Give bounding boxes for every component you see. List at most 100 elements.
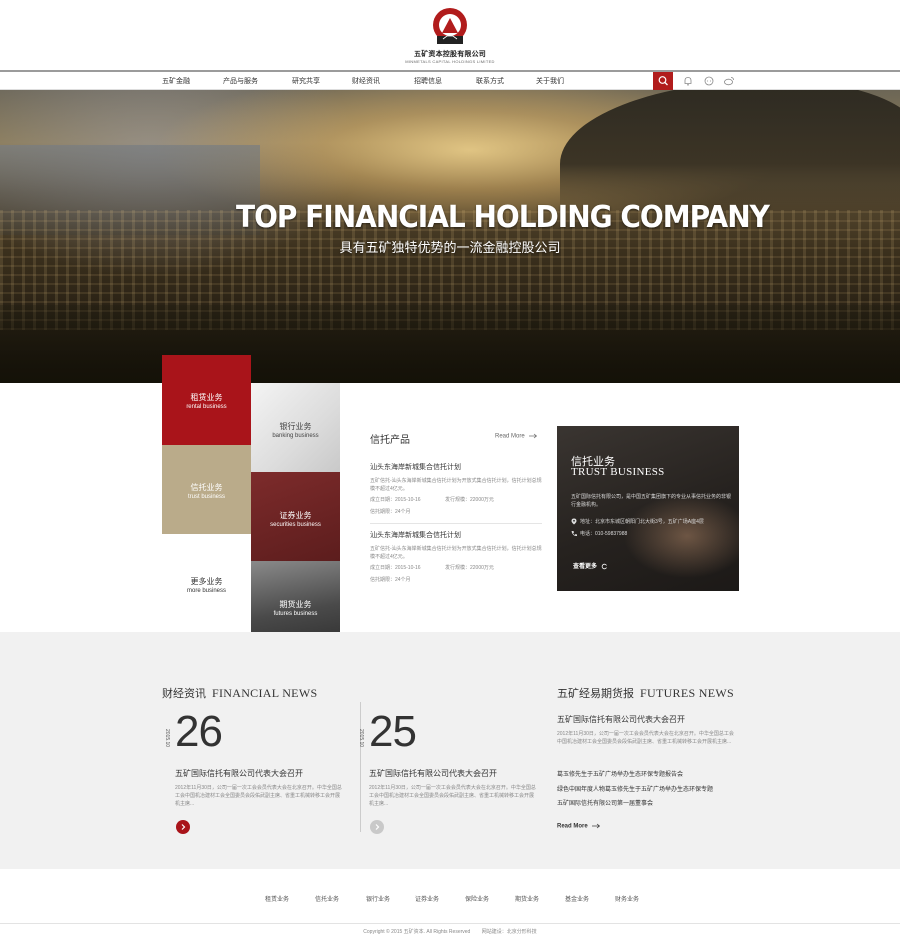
read-more-label: Read More	[495, 433, 525, 440]
financial-news-heading: 财经资讯 FINANCIAL NEWS	[162, 685, 317, 701]
news-date-ym: 2015.10	[164, 729, 170, 748]
tile-label-en: rental business	[186, 404, 227, 410]
company-name-cn: 五矿资本控股有限公司	[414, 51, 486, 58]
nav-item-financial-news[interactable]: 财经资讯	[352, 76, 380, 86]
card-address: 地址：北京市东城区朝阳门北大街3号，五矿广场A座4层	[571, 518, 704, 525]
card-phone-text: 电话：010-59837988	[580, 531, 628, 537]
footer-link[interactable]: 证券业务	[415, 894, 439, 903]
tile-label-cn: 证券业务	[279, 511, 312, 520]
nav-item-recruitment[interactable]: 招聘信息	[414, 76, 442, 86]
product-established: 成立日期：2015-10-16	[370, 497, 421, 503]
footer-link[interactable]: 租赁业务	[265, 894, 289, 903]
trust-business-card: 信托业务 TRUST BUSINESS 五矿国际信托有限公司，是中国五矿集团旗下…	[557, 426, 739, 591]
tile-banking-business[interactable]: 银行业务 banking business	[251, 383, 340, 472]
futures-link[interactable]: 五矿国际信托有限公司第一届董事会	[557, 798, 653, 807]
product-scale: 发行规模：22000万元	[445, 565, 494, 571]
product-meta: 成立日期：2015-10-16 发行规模：22000万元	[370, 495, 545, 505]
futures-news-title-en: FUTURES NEWS	[640, 686, 734, 700]
chevron-right-icon	[375, 824, 380, 830]
bell-icon[interactable]	[682, 75, 694, 87]
news-title[interactable]: 五矿国际信托有限公司代表大会召开	[175, 768, 303, 779]
main-nav: 五矿金融 产品与服务 研究共享 财经资讯 招聘信息 联系方式 关于我们	[0, 72, 900, 90]
news-date-day: 25	[369, 707, 417, 756]
news-date-day: 26	[175, 707, 223, 756]
hero-title: TOP FINANCIAL HOLDING COMPANY	[236, 198, 770, 235]
hero-foreground	[0, 305, 900, 383]
nav-item-contact[interactable]: 联系方式	[476, 76, 504, 86]
company-name-en: MINMETALS CAPITAL HOLDINGS LIMITED	[405, 59, 495, 64]
tile-label-cn: 更多业务	[190, 577, 223, 586]
tile-label-en: trust business	[187, 494, 226, 500]
tile-trust-business[interactable]: 信托业务 trust business	[162, 445, 251, 534]
copyright-bar: Copyright © 2015 五矿资本. All Rights Reserv…	[0, 928, 900, 935]
company-logo[interactable]: 五矿资本控股有限公司 MINMETALS CAPITAL HOLDINGS LI…	[395, 6, 505, 66]
hero-banner: TOP FINANCIAL HOLDING COMPANY 具有五矿独特优势的一…	[0, 90, 900, 383]
tile-more-business[interactable]: 更多业务 more business	[162, 534, 251, 623]
footer-link[interactable]: 财务业务	[615, 894, 639, 903]
product-desc: 五矿信托-汕头东海岸新城集合信托计划为开放式集合信托计划，信托计划总规模不超过4…	[370, 546, 542, 560]
card-title-en: TRUST BUSINESS	[571, 466, 665, 478]
page: 五矿资本控股有限公司 MINMETALS CAPITAL HOLDINGS LI…	[0, 0, 900, 945]
financial-news-title-en: FINANCIAL NEWS	[212, 686, 318, 700]
footer-link[interactable]: 银行业务	[366, 894, 390, 903]
trust-product-item: 汕头东海岸新城集合信托计划 五矿信托-汕头东海岸新城集合信托计划为开放式集合信托…	[370, 530, 545, 585]
futures-read-more[interactable]: Read More	[557, 823, 601, 830]
trust-products-read-more[interactable]: Read More	[495, 433, 538, 440]
futures-desc: 2012年11月30日，公司一届一次工会会员代表大会在北京召开。中华全国总工会中…	[557, 731, 734, 745]
footer-link[interactable]: 期货业务	[515, 894, 539, 903]
view-more-label: 查看更多	[573, 564, 598, 570]
futures-headline[interactable]: 五矿国际信托有限公司代表大会召开	[557, 714, 685, 725]
tile-label-cn: 银行业务	[279, 422, 312, 431]
card-phone: 电话：010-59837988	[571, 530, 627, 537]
news-arrow-button[interactable]	[370, 820, 384, 834]
location-pin-icon	[571, 518, 577, 525]
trust-products-title: 信托产品	[370, 435, 410, 446]
financial-news-title-cn: 财经资讯	[162, 688, 206, 700]
card-description: 五矿国际信托有限公司，是中国五矿集团旗下的专业从事信托业务的非银行金融机构。	[571, 494, 732, 508]
card-address-text: 地址：北京市东城区朝阳门北大街3号，五矿广场A座4层	[580, 519, 704, 525]
news-desc: 2012年11月30日，公司一届一次工会会员代表大会在北京召开。中华全国总工会中…	[369, 785, 536, 807]
product-title[interactable]: 汕头东海岸新城集合信托计划	[370, 462, 545, 472]
arrow-right-icon	[592, 823, 601, 829]
news-desc: 2012年11月30日，公司一届一次工会会员代表大会在北京召开。中华全国总工会中…	[175, 785, 342, 807]
footer-link[interactable]: 基金业务	[565, 894, 589, 903]
news-date-ym: 2015.10	[358, 729, 364, 748]
tile-label-en: more business	[186, 588, 227, 594]
product-title[interactable]: 汕头东海岸新城集合信托计划	[370, 530, 545, 540]
nav-item-research[interactable]: 研究共享	[292, 76, 320, 86]
product-divider	[370, 523, 542, 524]
news-title[interactable]: 五矿国际信托有限公司代表大会召开	[369, 768, 497, 779]
footer-link[interactable]: 信托业务	[315, 894, 339, 903]
weibo-icon[interactable]	[723, 75, 735, 87]
card-view-more-link[interactable]: 查看更多	[573, 561, 608, 570]
chat-icon[interactable]	[703, 75, 715, 87]
tile-label-en: banking business	[272, 433, 319, 439]
news-divider	[360, 702, 361, 832]
read-more-label: Read More	[557, 823, 588, 830]
nav-item-products-services[interactable]: 产品与服务	[223, 76, 258, 86]
chevron-right-icon	[181, 824, 186, 830]
product-established: 成立日期：2015-10-16	[370, 565, 421, 571]
tile-rental-business[interactable]: 租赁业务 rental business	[162, 355, 251, 445]
refresh-arrow-icon	[601, 563, 607, 570]
news-section: 财经资讯 FINANCIAL NEWS 2015.10 26 五矿国际信托有限公司…	[0, 632, 900, 869]
news-arrow-button[interactable]	[176, 820, 190, 834]
product-term: 信托期限：24个月	[370, 509, 411, 515]
futures-link[interactable]: 葛玉修先生于五矿广场举办生态环保专题报告会	[557, 769, 683, 778]
site-credit[interactable]: 网站建设：北京分形科技	[482, 929, 537, 935]
futures-news-title-cn: 五矿经易期货报	[557, 688, 634, 700]
product-meta: 成立日期：2015-10-16 发行规模：22000万元	[370, 563, 545, 573]
search-button[interactable]	[653, 72, 673, 90]
nav-item-about[interactable]: 关于我们	[536, 76, 564, 86]
tile-label-cn: 期货业务	[279, 600, 312, 609]
tile-securities-business[interactable]: 证券业务 securities business	[251, 472, 340, 561]
hero-subtitle: 具有五矿独特优势的一流金融控股公司	[339, 240, 561, 255]
search-icon	[658, 76, 668, 86]
futures-news-heading: 五矿经易期货报 FUTURES NEWS	[557, 685, 734, 701]
futures-link[interactable]: 绿色中国年度人物葛玉修先生于五矿广场举办生态环保专题	[557, 784, 713, 793]
phone-icon	[571, 531, 577, 537]
nav-item-minmetals-finance[interactable]: 五矿金融	[162, 76, 190, 86]
copyright-text: Copyright © 2015 五矿资本. All Rights Reserv…	[363, 929, 471, 935]
product-desc: 五矿信托-汕头东海岸新城集合信托计划为开放式集合信托计划，信托计划总规模不超过4…	[370, 478, 542, 492]
footer-link[interactable]: 保险业务	[465, 894, 489, 903]
